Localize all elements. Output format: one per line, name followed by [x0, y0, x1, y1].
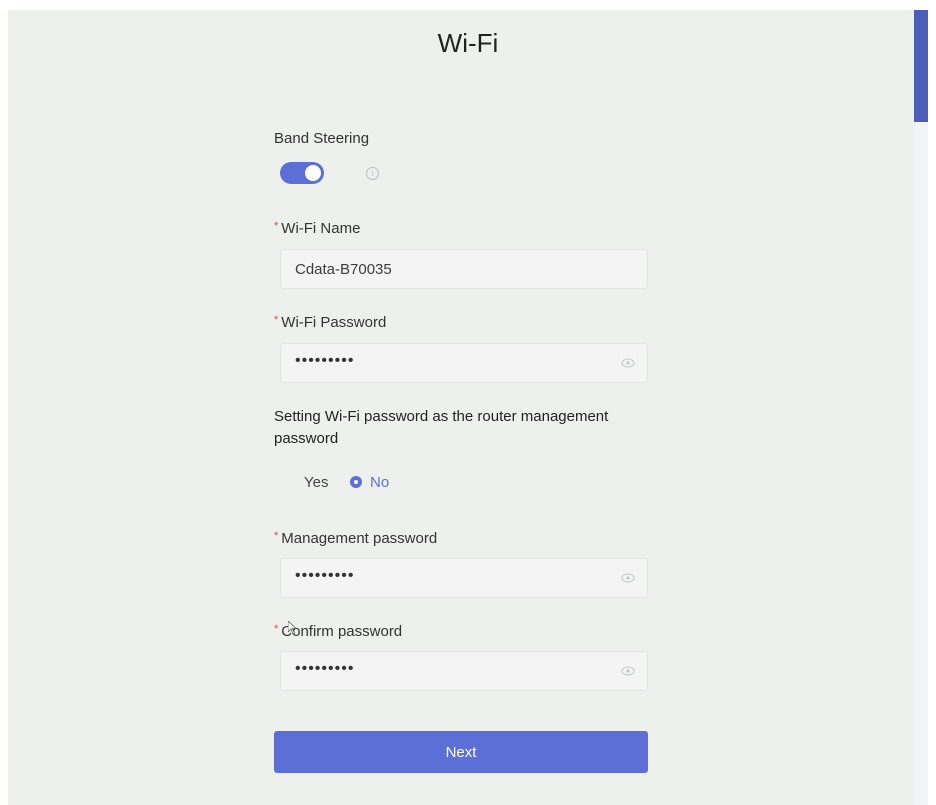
- required-marker: *: [274, 623, 279, 635]
- eye-icon[interactable]: [621, 358, 635, 368]
- required-marker: *: [274, 314, 279, 326]
- info-circle-icon[interactable]: i: [366, 167, 379, 180]
- scrollbar[interactable]: [914, 10, 928, 805]
- wifi-setup-screen: Wi-Fi Band Steering i * Wi-Fi Name Cdata-…: [8, 10, 928, 805]
- wifi-name-value: Cdata-B70035: [295, 261, 392, 278]
- wifi-name-label: * Wi-Fi Name: [274, 220, 361, 237]
- radio-no-circle: [350, 476, 362, 488]
- management-password-value: •••••••••: [295, 567, 355, 584]
- next-button[interactable]: Next: [274, 731, 648, 773]
- wifi-password-label: * Wi-Fi Password: [274, 314, 387, 331]
- confirm-password-value: •••••••••: [295, 660, 355, 677]
- scrollbar-thumb[interactable]: [914, 10, 928, 122]
- confirm-password-field[interactable]: •••••••••: [280, 651, 648, 691]
- eye-icon[interactable]: [621, 666, 635, 676]
- wifi-password-value: •••••••••: [295, 352, 355, 369]
- required-marker: *: [274, 220, 279, 232]
- wifi-password-field[interactable]: •••••••••: [280, 343, 648, 383]
- page-title: Wi-Fi: [437, 28, 499, 58]
- router-management-description: Setting Wi-Fi password as the router man…: [274, 408, 609, 447]
- required-marker: *: [274, 530, 279, 542]
- band-steering-toggle[interactable]: [280, 162, 324, 184]
- radio-yes-label: Yes: [304, 474, 329, 491]
- band-steering-label: Band Steering: [274, 130, 370, 147]
- management-password-label: * Management password: [274, 530, 438, 547]
- toggle-knob: [305, 165, 321, 181]
- radio-no-label: No: [370, 474, 390, 491]
- mouse-cursor-icon: [288, 621, 296, 635]
- eye-icon[interactable]: [621, 573, 635, 583]
- wifi-name-field[interactable]: Cdata-B70035: [280, 249, 648, 289]
- management-password-field[interactable]: •••••••••: [280, 558, 648, 598]
